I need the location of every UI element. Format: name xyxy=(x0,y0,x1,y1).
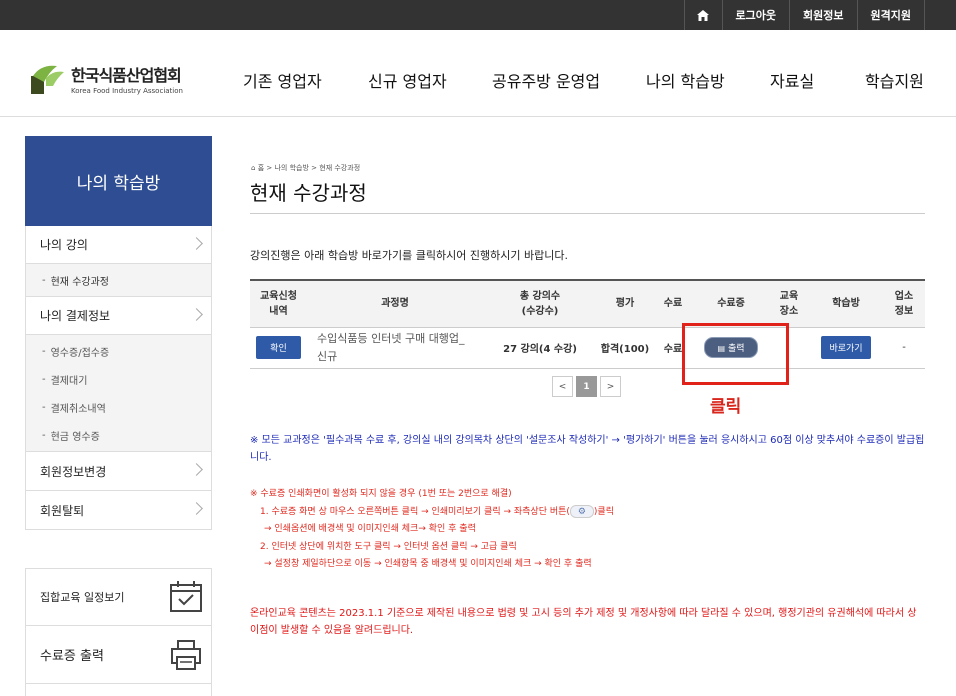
breadcrumb-separator: > xyxy=(311,164,318,172)
nav-shared-kitchen[interactable]: 공유주방 운영업 xyxy=(492,68,600,92)
breadcrumb-current: 현재 수강과정 xyxy=(319,164,361,172)
cell-learning-room: 바로가기 xyxy=(809,327,883,369)
sidebar-item-edit-member[interactable]: 회원정보변경 xyxy=(25,452,212,491)
col-shop-info: 업소 정보 xyxy=(883,279,925,328)
sidebar: 나의 학습방 나의 강의 현재 수강과정 나의 결제정보 영수증/접수증 결제대… xyxy=(25,136,212,696)
group-schedule-label: 집합교육 일정보기 xyxy=(40,591,125,604)
chevron-right-icon xyxy=(190,308,203,321)
col-place: 교육 장소 xyxy=(769,279,809,328)
current-page[interactable]: 1 xyxy=(576,376,597,397)
col-certificate: 수료증 xyxy=(693,279,769,328)
notice-print-step2b: → 설정창 제일하단으로 이동 → 인쇄항목 중 배경색 및 이미지인쇄 체크 … xyxy=(264,559,592,569)
sidebar-item-my-lectures[interactable]: 나의 강의 xyxy=(25,226,212,264)
notice-print-step2: 2. 인터넷 상단에 위치한 도구 클릭 → 인터넷 옵션 클릭 → 고급 클릭 xyxy=(260,541,517,552)
sidebar-sub-payment-pending[interactable]: 결제대기 xyxy=(26,365,211,393)
col-course-name: 과정명 xyxy=(307,279,483,328)
table-header-row: 교육신청 내역 과정명 총 강의수 (수강수) 평가 수료 수료증 교육 장소 … xyxy=(250,279,925,328)
notice-print-step1-end: )클릭 xyxy=(593,506,614,517)
next-page-button[interactable]: > xyxy=(600,376,621,397)
chevron-right-icon xyxy=(190,463,203,476)
sidebar-sub-cash-receipt[interactable]: 현금 영수증 xyxy=(26,421,211,449)
table-row: 확인 수입식품등 인터넷 구매 대행업_ 신규 27 강의(4 수강) 합격(1… xyxy=(250,327,925,369)
certificate-print-label: 수료증 출력 xyxy=(40,649,104,664)
breadcrumb-my-learning[interactable]: 나의 학습방 xyxy=(274,164,308,172)
col-completion: 수료 xyxy=(653,279,693,328)
sidebar-item-payment-info[interactable]: 나의 결제정보 xyxy=(25,297,212,335)
click-highlight-box xyxy=(682,323,789,385)
member-info-link[interactable]: 회원정보 xyxy=(789,0,856,30)
sidebar-submenu-my-lectures: 현재 수강과정 xyxy=(25,264,212,297)
logo-name-ko: 한국식품산업협회 xyxy=(71,66,182,85)
notice-print-help: ※ 수료증 인쇄화면이 활성화 되지 않을 경우 (1번 또는 2번으로 해결)… xyxy=(250,486,925,574)
nav-my-learning[interactable]: 나의 학습방 xyxy=(646,68,725,92)
calendar-check-icon xyxy=(170,581,202,612)
sidebar-box-certificate-print[interactable]: 수료증 출력 xyxy=(25,626,212,684)
sidebar-box-group-schedule[interactable]: 집합교육 일정보기 xyxy=(25,568,212,626)
sidebar-item-withdraw[interactable]: 회원탈퇴 xyxy=(25,491,212,530)
top-utility-bar: 로그아웃 회원정보 원격지원 xyxy=(0,0,956,30)
sidebar-item-label: 회원탈퇴 xyxy=(40,503,85,518)
sidebar-box-more[interactable] xyxy=(25,684,212,696)
notice-print-step1b: → 인쇄옵션에 배경색 및 이미지인쇄 체크→ 확인 후 출력 xyxy=(264,524,476,534)
chevron-right-icon xyxy=(190,502,203,515)
go-to-room-button[interactable]: 바로가기 xyxy=(821,336,871,359)
sidebar-submenu-payment: 영수증/접수증 결제대기 결제취소내역 현금 영수증 xyxy=(25,335,212,452)
site-header: 한국식품산업협회 Korea Food Industry Association… xyxy=(0,30,956,117)
breadcrumb: ⌂ 홈 > 나의 학습방 > 현재 수강과정 xyxy=(251,163,360,173)
pagination: < 1 > xyxy=(552,376,624,397)
cell-apply: 확인 xyxy=(250,327,307,369)
printer-icon xyxy=(171,640,201,670)
sidebar-sub-payment-cancel[interactable]: 결제취소내역 xyxy=(26,393,211,421)
page-title: 현재 수강과정 xyxy=(250,181,367,205)
cell-course-name: 수입식품등 인터넷 구매 대행업_ 신규 xyxy=(307,327,483,369)
notice-evaluation: ※ 모든 교과정은 '필수과목 수료 후, 강의실 내의 강의목차 상단의 '설… xyxy=(250,435,925,463)
nav-new-business[interactable]: 신규 영업자 xyxy=(368,68,447,92)
sidebar-sub-receipt[interactable]: 영수증/접수증 xyxy=(26,337,211,365)
intro-text: 강의진행은 아래 학습방 바로가기를 클릭하시어 진행하시기 바랍니다. xyxy=(250,249,568,262)
breadcrumb-separator: > xyxy=(266,164,273,172)
settings-gear-icon: ⚙ xyxy=(569,504,594,518)
cell-lectures: 27 강의(4 수강) xyxy=(483,327,597,369)
notice-print-step1-text: 1. 수료증 화면 상 마우스 오른쪽버튼 클릭 → 인쇄미리보기 클릭 → 좌… xyxy=(260,506,570,517)
course-table: 교육신청 내역 과정명 총 강의수 (수강수) 평가 수료 수료증 교육 장소 … xyxy=(250,279,925,369)
logo-name-en: Korea Food Industry Association xyxy=(71,87,183,95)
sidebar-item-label: 회원정보변경 xyxy=(40,464,107,479)
cell-shop-info: - xyxy=(883,327,925,369)
breadcrumb-home[interactable]: 홈 xyxy=(258,164,264,172)
remote-support-link[interactable]: 원격지원 xyxy=(856,0,925,30)
title-divider xyxy=(250,213,925,214)
col-learning-room: 학습방 xyxy=(809,279,883,328)
home-button[interactable] xyxy=(683,0,722,30)
sidebar-sub-current-course[interactable]: 현재 수강과정 xyxy=(26,266,211,294)
chevron-right-icon xyxy=(190,237,203,250)
notice-print-title: ※ 수료증 인쇄화면이 활성화 되지 않을 경우 (1번 또는 2번으로 해결) xyxy=(250,489,512,499)
col-apply-history: 교육신청 내역 xyxy=(250,279,307,328)
nav-resources[interactable]: 자료실 xyxy=(770,68,814,92)
sidebar-item-label: 나의 결제정보 xyxy=(40,309,111,323)
sidebar-item-label: 나의 강의 xyxy=(40,238,88,252)
home-icon xyxy=(697,9,710,21)
col-lectures: 총 강의수 (수강수) xyxy=(483,279,597,328)
logo-text: 한국식품산업협회 Korea Food Industry Association xyxy=(71,62,183,95)
nav-learning-support[interactable]: 학습지원 xyxy=(865,68,924,92)
logo-mark-icon xyxy=(31,64,65,94)
col-evaluation: 평가 xyxy=(597,279,653,328)
notice-content-disclaimer: 온라인교육 콘텐츠는 2023.1.1 기준으로 제작된 내용으로 법령 및 고… xyxy=(250,608,917,636)
confirm-button[interactable]: 확인 xyxy=(256,336,301,359)
logout-link[interactable]: 로그아웃 xyxy=(721,0,789,30)
site-logo[interactable]: 한국식품산업협회 Korea Food Industry Association xyxy=(31,62,183,95)
cell-evaluation: 합격(100) xyxy=(597,327,653,369)
prev-page-button[interactable]: < xyxy=(552,376,573,397)
sidebar-title: 나의 학습방 xyxy=(25,136,212,226)
click-annotation: 클릭 xyxy=(710,397,742,417)
utility-links: 로그아웃 회원정보 원격지원 xyxy=(683,0,925,30)
home-icon: ⌂ xyxy=(251,164,256,172)
nav-existing-business[interactable]: 기존 영업자 xyxy=(243,68,322,92)
notice-print-step1: 1. 수료증 화면 상 마우스 오른쪽버튼 클릭 → 인쇄미리보기 클릭 → 좌… xyxy=(250,504,925,522)
